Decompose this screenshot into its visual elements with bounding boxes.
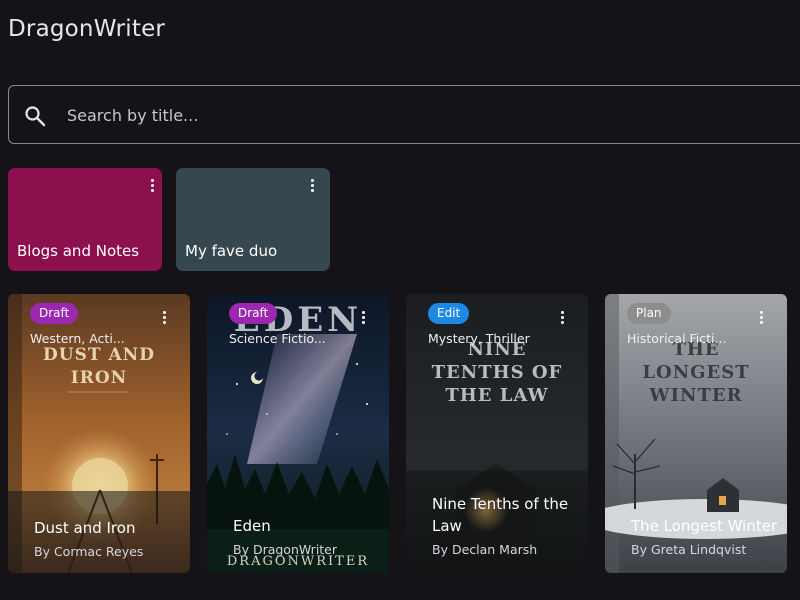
book-author: By Greta Lindqvist — [631, 542, 747, 557]
search-icon — [25, 106, 46, 127]
book-genre: Mystery, Thriller — [428, 331, 530, 346]
collection-label: Blogs and Notes — [17, 242, 140, 260]
more-options-icon[interactable] — [360, 311, 366, 327]
book-card-eden[interactable]: EDEN DRAGONWRITER Draft Science Fictio..… — [207, 294, 389, 573]
book-author: By Cormac Reyes — [34, 544, 144, 559]
book-title: The Longest Winter — [631, 517, 778, 535]
more-options-icon[interactable] — [149, 179, 155, 195]
book-title: Nine Tenths of the Law — [432, 495, 569, 535]
more-options-icon[interactable] — [559, 311, 565, 327]
app-title: DragonWriter — [8, 16, 166, 42]
collection-blogs-and-notes[interactable]: Blogs and Notes — [8, 168, 162, 271]
book-title: Eden — [233, 517, 271, 535]
more-options-icon[interactable] — [758, 311, 764, 327]
status-badge: Draft — [30, 303, 79, 324]
book-card-nine-tenths-of-the-law[interactable]: NINE TENTHS OF THE LAW Edit Mystery, Thr… — [406, 294, 588, 573]
collection-label: My fave duo — [185, 242, 278, 260]
more-options-icon[interactable] — [309, 179, 315, 195]
status-badge: Plan — [627, 303, 671, 324]
status-badge: Draft — [229, 303, 278, 324]
cover-title-art: DUST AND IRON — [43, 345, 155, 388]
status-badge: Edit — [428, 303, 470, 324]
cover-title-art: THE LONGEST WINTER — [642, 339, 750, 406]
book-genre: Historical Ficti... — [627, 331, 727, 346]
book-card-dust-and-iron[interactable]: DUST AND IRON Draft Western, Acti... Dus… — [8, 294, 190, 573]
more-options-icon[interactable] — [161, 311, 167, 327]
book-card-the-longest-winter[interactable]: THE LONGEST WINTER Plan Historical Ficti… — [605, 294, 787, 573]
book-author: By Declan Marsh — [432, 542, 538, 557]
collection-my-fave-duo[interactable]: My fave duo — [176, 168, 330, 271]
book-author: By DragonWriter — [233, 542, 338, 557]
search-bar[interactable] — [8, 85, 800, 145]
book-title: Dust and Iron — [34, 519, 136, 537]
book-genre: Science Fictio... — [229, 331, 326, 346]
cover-title-art: NINE TENTHS OF THE LAW — [431, 339, 563, 406]
search-input[interactable] — [65, 86, 769, 145]
book-genre: Western, Acti... — [30, 331, 125, 346]
